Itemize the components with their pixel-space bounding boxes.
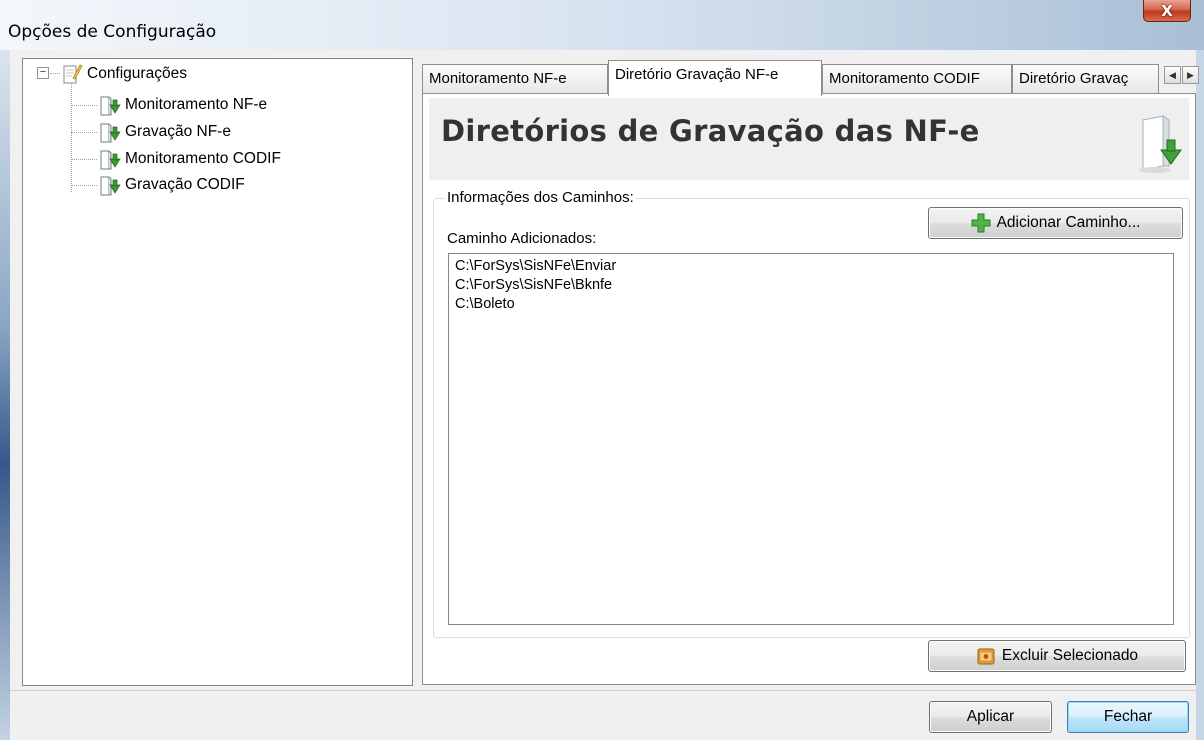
tree-item-configuracoes[interactable]: Configurações [61, 63, 187, 85]
list-item[interactable]: C:\ForSys\SisNFe\Bknfe [455, 276, 1167, 295]
tab-scroll-right-icon[interactable]: ▶ [1182, 66, 1199, 84]
tree-connector [71, 132, 97, 133]
collapse-icon[interactable]: − [37, 67, 49, 79]
folder-download-icon [99, 121, 121, 143]
page-header: Diretórios de Gravação das NF-e [429, 98, 1189, 180]
tab-scroll-left-icon[interactable]: ◀ [1164, 66, 1181, 84]
tree-item-label: Monitoramento NF-e [125, 96, 268, 113]
eraser-icon [976, 646, 996, 666]
tab-monitoramento-nfe[interactable]: Monitoramento NF-e [422, 64, 608, 94]
folder-download-icon [99, 174, 121, 196]
list-label: Caminho Adicionados: [447, 230, 597, 247]
close-icon: X [1161, 1, 1173, 20]
tree-item-monitoramento-codif[interactable]: Monitoramento CODIF [99, 148, 281, 170]
apply-button[interactable]: Aplicar [929, 701, 1052, 733]
paths-listbox[interactable]: C:\ForSys\SisNFe\Enviar C:\ForSys\SisNFe… [448, 253, 1174, 625]
tab-page-diretorio-gravacao-nfe: Diretórios de Gravação das NF-e Informaç… [422, 93, 1196, 685]
footer-separator [10, 690, 1196, 691]
config-tree[interactable]: − Configurações Monitoramento NF-e Grava… [22, 58, 413, 686]
tree-connector [71, 185, 97, 186]
list-item[interactable]: C:\ForSys\SisNFe\Enviar [455, 257, 1167, 276]
tree-connector [50, 73, 60, 74]
tree-connector [71, 83, 72, 192]
folder-download-icon [99, 94, 121, 116]
tab-strip: Monitoramento NF-e Diretório Gravação NF… [422, 60, 1202, 96]
delete-selected-button[interactable]: Excluir Selecionado [928, 640, 1186, 672]
title-bar: Opções de Configuração X [0, 0, 1204, 50]
tab-monitoramento-codif[interactable]: Monitoramento CODIF [822, 64, 1012, 94]
tree-item-label: Gravação CODIF [125, 176, 245, 193]
close-button[interactable]: Fechar [1067, 701, 1189, 733]
tab-diretorio-gravacao-codif[interactable]: Diretório Gravaç [1012, 64, 1159, 94]
note-pencil-icon [61, 63, 83, 85]
folder-download-icon [1135, 114, 1183, 174]
tree-connector [71, 105, 97, 106]
list-item[interactable]: C:\Boleto [455, 295, 1167, 314]
add-path-button-label: Adicionar Caminho... [996, 214, 1141, 231]
add-path-button[interactable]: Adicionar Caminho... [928, 207, 1183, 239]
window-frame-right [1196, 50, 1204, 740]
plus-icon [971, 213, 991, 233]
delete-selected-button-label: Excluir Selecionado [1001, 647, 1139, 664]
window-frame-left [0, 50, 10, 740]
tree-item-label: Configurações [87, 65, 187, 82]
tree-item-monitoramento-nfe[interactable]: Monitoramento NF-e [99, 94, 267, 116]
tree-item-label: Gravação NF-e [125, 123, 231, 140]
tab-diretorio-gravacao-nfe[interactable]: Diretório Gravação NF-e [608, 60, 822, 96]
tree-item-label: Monitoramento CODIF [125, 150, 281, 167]
page-title: Diretórios de Gravação das NF-e [441, 114, 980, 148]
window-close-button[interactable]: X [1143, 0, 1191, 22]
groupbox-label: Informações dos Caminhos: [445, 189, 636, 206]
tree-connector [71, 159, 97, 160]
folder-download-icon [99, 148, 121, 170]
tree-item-gravacao-nfe[interactable]: Gravação NF-e [99, 121, 231, 143]
tree-item-gravacao-codif[interactable]: Gravação CODIF [99, 174, 245, 196]
window-title: Opções de Configuração [8, 22, 217, 42]
